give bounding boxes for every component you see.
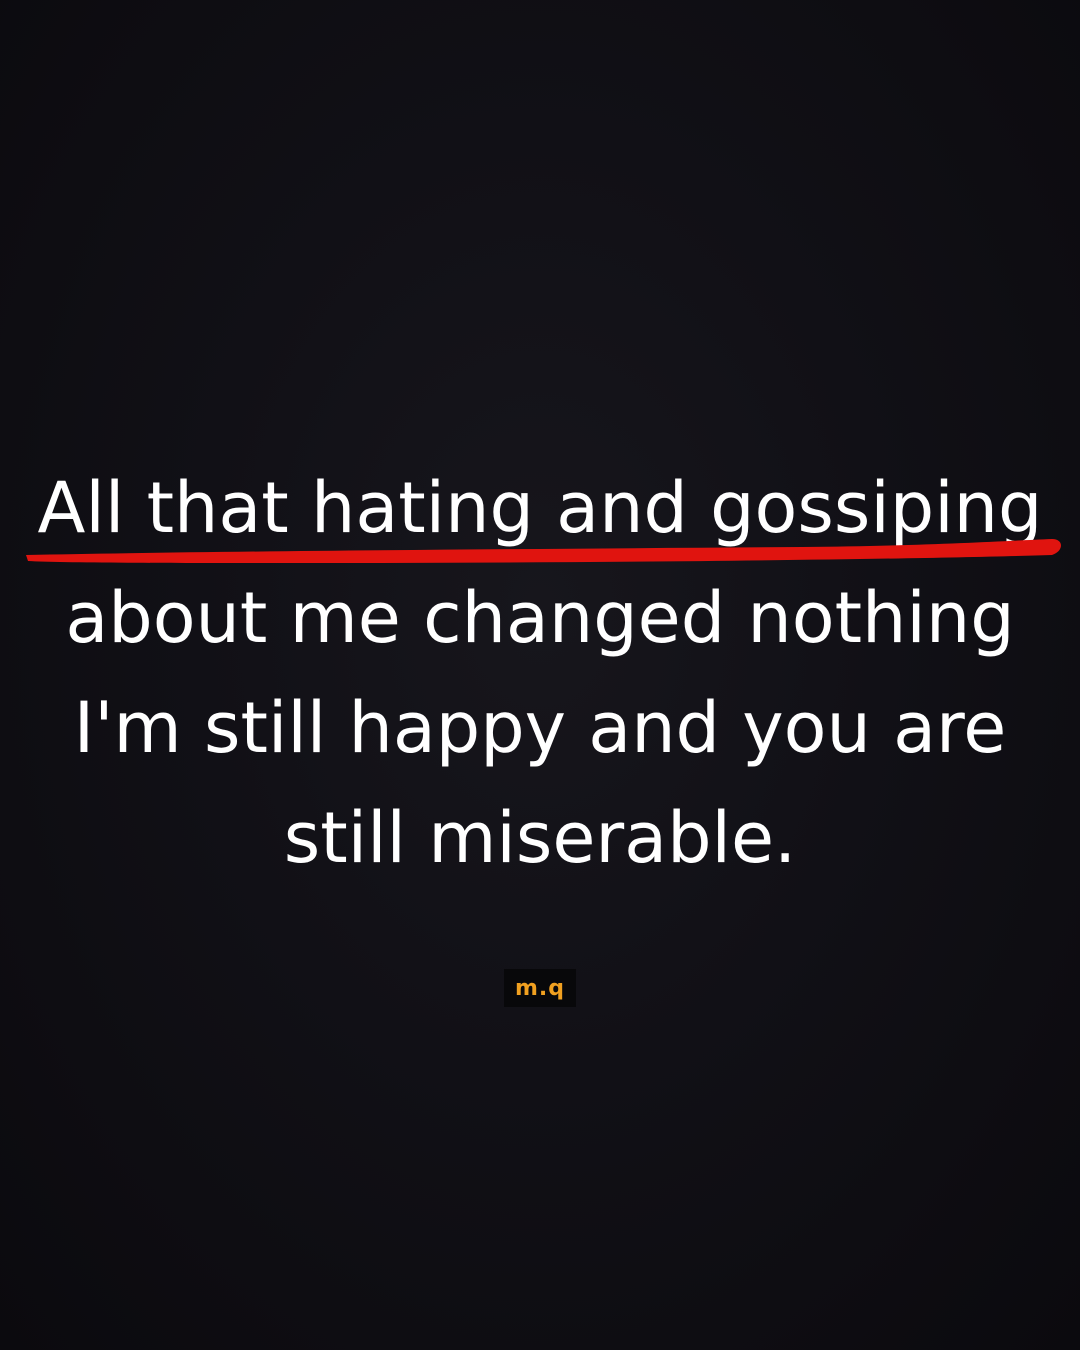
quote-line-2: about me changed nothing <box>65 577 1015 659</box>
quote-line-3: I'm still happy and you are <box>73 687 1007 769</box>
quote-line-4: still miserable. <box>283 797 797 879</box>
watermark-text: m.q <box>514 975 566 1001</box>
red-underline-stroke <box>26 539 1061 563</box>
watermark-logo: m.q <box>504 969 576 1007</box>
